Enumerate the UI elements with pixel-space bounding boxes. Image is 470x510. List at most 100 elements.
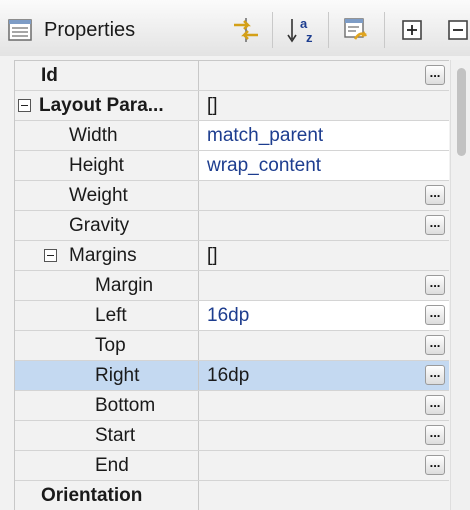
property-name: End [95,455,129,476]
property-value: [] [207,95,218,116]
toolbar-separator [328,12,329,48]
property-row-layout-params[interactable]: Layout Para... [] [15,91,449,121]
edit-value-button[interactable]: ... [425,215,445,235]
property-name-cell: Height [15,151,199,180]
property-value-cell[interactable]: ... [199,61,449,90]
property-name-cell: End [15,451,199,480]
toolbar-separator [384,12,385,48]
restore-defaults-icon [344,18,367,40]
edit-value-button[interactable]: ... [425,335,445,355]
property-value-cell[interactable]: ... [199,181,449,210]
svg-text:z: z [306,30,313,45]
panel-title-text: Properties [44,18,136,41]
property-name-cell: Start [15,421,199,450]
property-value-cell[interactable]: ... [199,421,449,450]
property-name-cell: Width [15,121,199,150]
edit-value-button[interactable]: ... [425,365,445,385]
property-value-cell[interactable]: [] [199,91,449,120]
edit-value-button[interactable]: ... [425,305,445,325]
properties-toolbar: Properties a z [0,0,470,56]
collapse-all-button[interactable] [438,10,470,50]
property-name-cell: Right [15,361,199,390]
arrows-toggle-icon [234,18,258,42]
property-name: Height [69,155,124,176]
property-name-cell: Margins [15,241,199,270]
property-row-bottom[interactable]: Bottom ... [15,391,449,421]
property-row-left[interactable]: Left 16dp ... [15,301,449,331]
toolbar-separator [272,12,273,48]
svg-text:a: a [300,16,308,31]
property-name-cell: Gravity [15,211,199,240]
property-row-margin[interactable]: Margin ... [15,271,449,301]
property-name-cell: Layout Para... [15,91,199,120]
restore-defaults-button[interactable] [336,10,376,50]
property-name: Margins [69,245,137,266]
property-row-top[interactable]: Top ... [15,331,449,361]
expand-all-button[interactable] [392,10,432,50]
property-name: Weight [69,185,128,206]
property-name: Gravity [69,215,130,236]
property-row-right[interactable]: Right 16dp ... [15,361,449,391]
property-value-cell[interactable]: wrap_content [199,151,449,180]
properties-panel-icon [8,19,32,41]
property-name-cell: Left [15,301,199,330]
property-value: wrap_content [207,155,322,176]
property-row-start[interactable]: Start ... [15,421,449,451]
scrollbar-thumb[interactable] [457,68,466,156]
property-row-height[interactable]: Height wrap_content [15,151,449,181]
property-name: Id [41,65,58,86]
sort-az-icon: a z [287,16,313,45]
property-name: Right [95,365,140,386]
property-name: Start [95,425,136,446]
property-name: Top [95,335,126,356]
property-name: Margin [95,275,154,296]
expand-all-icon [402,20,422,40]
show-expert-properties-button[interactable] [226,10,266,50]
vertical-scrollbar[interactable] [450,60,470,510]
property-row-id[interactable]: Id ... [15,61,449,91]
property-value: match_parent [207,125,324,146]
property-name: Width [69,125,118,146]
property-name: Orientation [41,485,143,506]
property-value-cell[interactable]: match_parent [199,121,449,150]
property-row-orientation[interactable]: Orientation [15,481,449,510]
property-name-cell: Weight [15,181,199,210]
property-value-cell[interactable]: ... [199,391,449,420]
panel-title: Properties [8,10,135,50]
property-value-cell[interactable]: ... [199,211,449,240]
collapse-toggle-icon[interactable] [44,249,57,262]
property-value-cell[interactable]: 16dp ... [199,301,449,330]
property-value-cell[interactable]: ... [199,331,449,360]
property-value: [] [207,245,218,266]
property-name-cell: Margin [15,271,199,300]
property-value-cell[interactable]: [] [199,241,449,270]
edit-value-button[interactable]: ... [425,275,445,295]
property-row-width[interactable]: Width match_parent [15,121,449,151]
property-value-cell[interactable] [199,481,449,510]
sort-alphabetically-button[interactable]: a z [282,10,322,50]
property-value-cell[interactable]: 16dp ... [199,361,449,390]
collapse-all-icon [448,20,468,40]
property-name: Left [95,305,127,326]
property-value-cell[interactable]: ... [199,451,449,480]
edit-value-button[interactable]: ... [425,455,445,475]
collapse-toggle-icon[interactable] [18,99,31,112]
property-row-end[interactable]: End ... [15,451,449,481]
edit-value-button[interactable]: ... [425,65,445,85]
property-row-weight[interactable]: Weight ... [15,181,449,211]
property-name-cell: Bottom [15,391,199,420]
properties-panel: Properties a z Id ... Layout Para... [] … [0,0,470,510]
edit-value-button[interactable]: ... [425,395,445,415]
property-row-gravity[interactable]: Gravity ... [15,211,449,241]
property-value-cell[interactable]: ... [199,271,449,300]
property-value: 16dp [207,305,250,326]
property-table: Id ... Layout Para... [] Width match_par… [14,60,449,510]
property-name-cell: Id [15,61,199,90]
property-row-margins[interactable]: Margins [] [15,241,449,271]
edit-value-button[interactable]: ... [425,425,445,445]
edit-value-button[interactable]: ... [425,185,445,205]
property-name-cell: Top [15,331,199,360]
property-value: 16dp [207,365,250,386]
property-name: Bottom [95,395,156,416]
property-name: Layout Para... [39,95,164,116]
